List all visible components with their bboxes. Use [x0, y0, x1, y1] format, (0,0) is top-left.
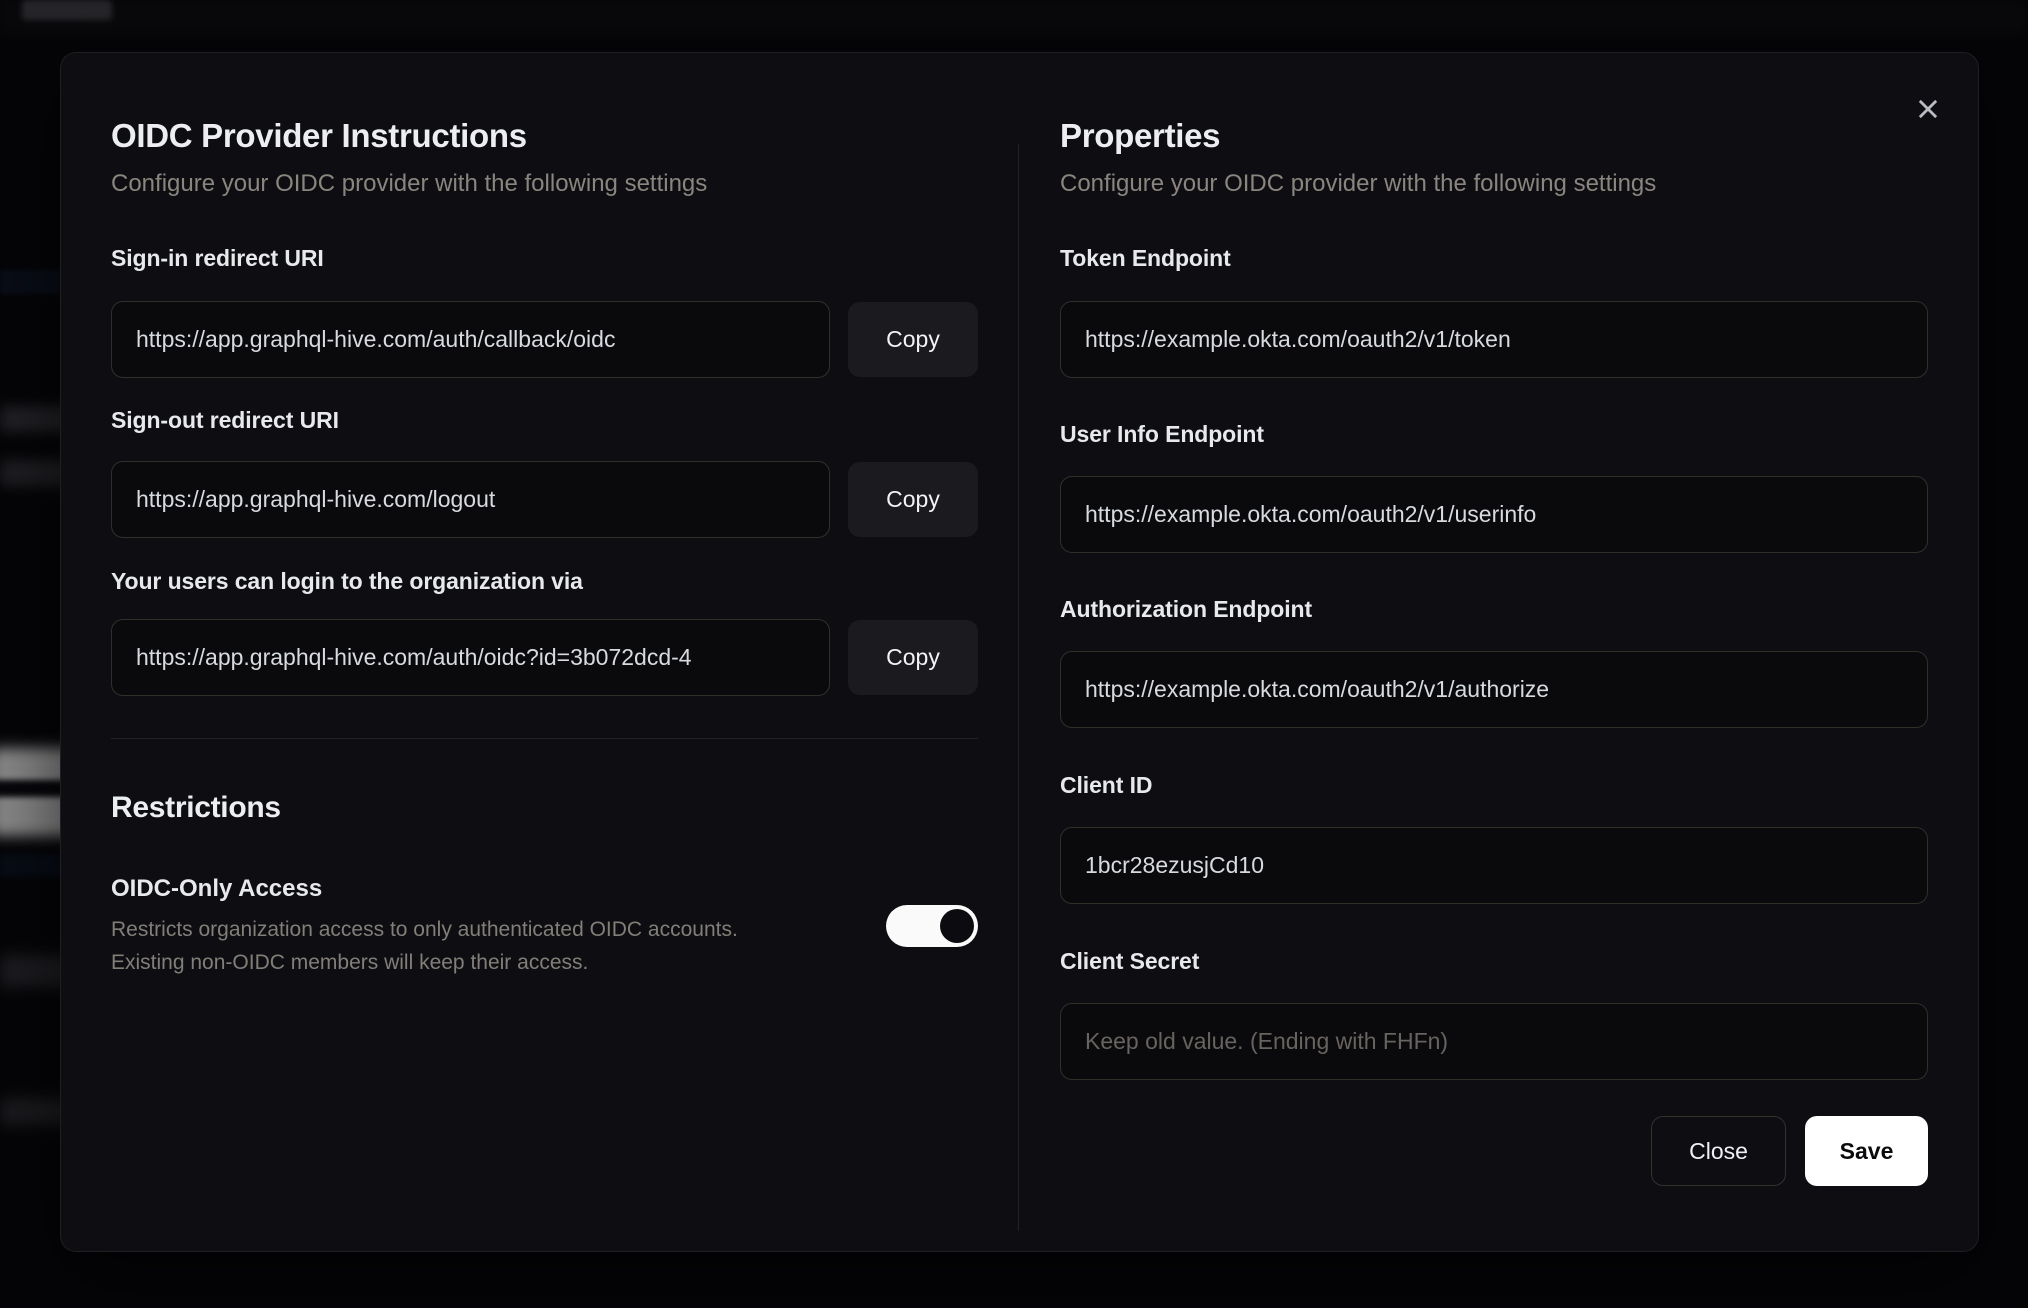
close-button[interactable]: Close [1651, 1116, 1786, 1186]
oidc-only-access-description: Restricts organization access to only au… [111, 913, 738, 979]
modal-footer-buttons: Close Save [1060, 1116, 1928, 1186]
background-topbar [0, 0, 2028, 34]
sign-out-redirect-label: Sign-out redirect URI [111, 407, 339, 433]
authorization-endpoint-input[interactable] [1060, 651, 1928, 728]
authorization-endpoint-label: Authorization Endpoint [1060, 596, 1313, 622]
modal-close-button[interactable] [1904, 85, 1952, 133]
properties-subtitle: Configure your OIDC provider with the fo… [1060, 170, 1657, 197]
oidc-only-access-row: OIDC-Only Access Restricts organization … [111, 874, 978, 979]
restrictions-title: Restrictions [111, 791, 281, 824]
oidc-only-access-text: OIDC-Only Access Restricts organization … [111, 874, 738, 979]
column-divider [1018, 144, 1019, 1231]
properties-title: Properties [1060, 117, 1221, 154]
user-info-endpoint-input[interactable] [1060, 476, 1928, 553]
sign-out-redirect-input[interactable] [111, 461, 830, 538]
description-line-2: Existing non-OIDC members will keep thei… [111, 951, 589, 974]
instructions-subtitle: Configure your OIDC provider with the fo… [111, 170, 708, 197]
login-url-input[interactable] [111, 619, 830, 696]
token-endpoint-input[interactable] [1060, 301, 1928, 378]
client-secret-label: Client Secret [1060, 948, 1200, 974]
user-info-endpoint-label: User Info Endpoint [1060, 421, 1264, 447]
background-button-blur [22, 0, 112, 20]
toggle-knob [940, 909, 974, 943]
section-divider [111, 738, 978, 739]
sign-in-redirect-row: Copy [111, 301, 978, 378]
client-secret-input[interactable] [1060, 1003, 1928, 1080]
oidc-settings-modal: OIDC Provider Instructions Configure you… [60, 52, 1979, 1252]
sign-in-redirect-label: Sign-in redirect URI [111, 245, 324, 271]
sign-in-redirect-input[interactable] [111, 301, 830, 378]
oidc-only-access-toggle[interactable] [886, 905, 978, 947]
copy-button[interactable]: Copy [848, 302, 978, 377]
save-button[interactable]: Save [1805, 1116, 1928, 1186]
description-line-1: Restricts organization access to only au… [111, 918, 738, 941]
login-url-row: Copy [111, 619, 978, 696]
client-id-input[interactable] [1060, 827, 1928, 904]
sign-out-redirect-row: Copy [111, 461, 978, 538]
copy-button[interactable]: Copy [848, 462, 978, 537]
copy-button[interactable]: Copy [848, 620, 978, 695]
close-icon [1918, 99, 1938, 119]
instructions-title: OIDC Provider Instructions [111, 117, 527, 154]
properties-column: Properties Configure your OIDC provider … [1060, 116, 1928, 1251]
client-id-label: Client ID [1060, 772, 1153, 798]
oidc-only-access-label: OIDC-Only Access [111, 875, 323, 902]
token-endpoint-label: Token Endpoint [1060, 245, 1231, 271]
instructions-column: OIDC Provider Instructions Configure you… [111, 116, 978, 1251]
login-url-label: Your users can login to the organization… [111, 568, 583, 594]
